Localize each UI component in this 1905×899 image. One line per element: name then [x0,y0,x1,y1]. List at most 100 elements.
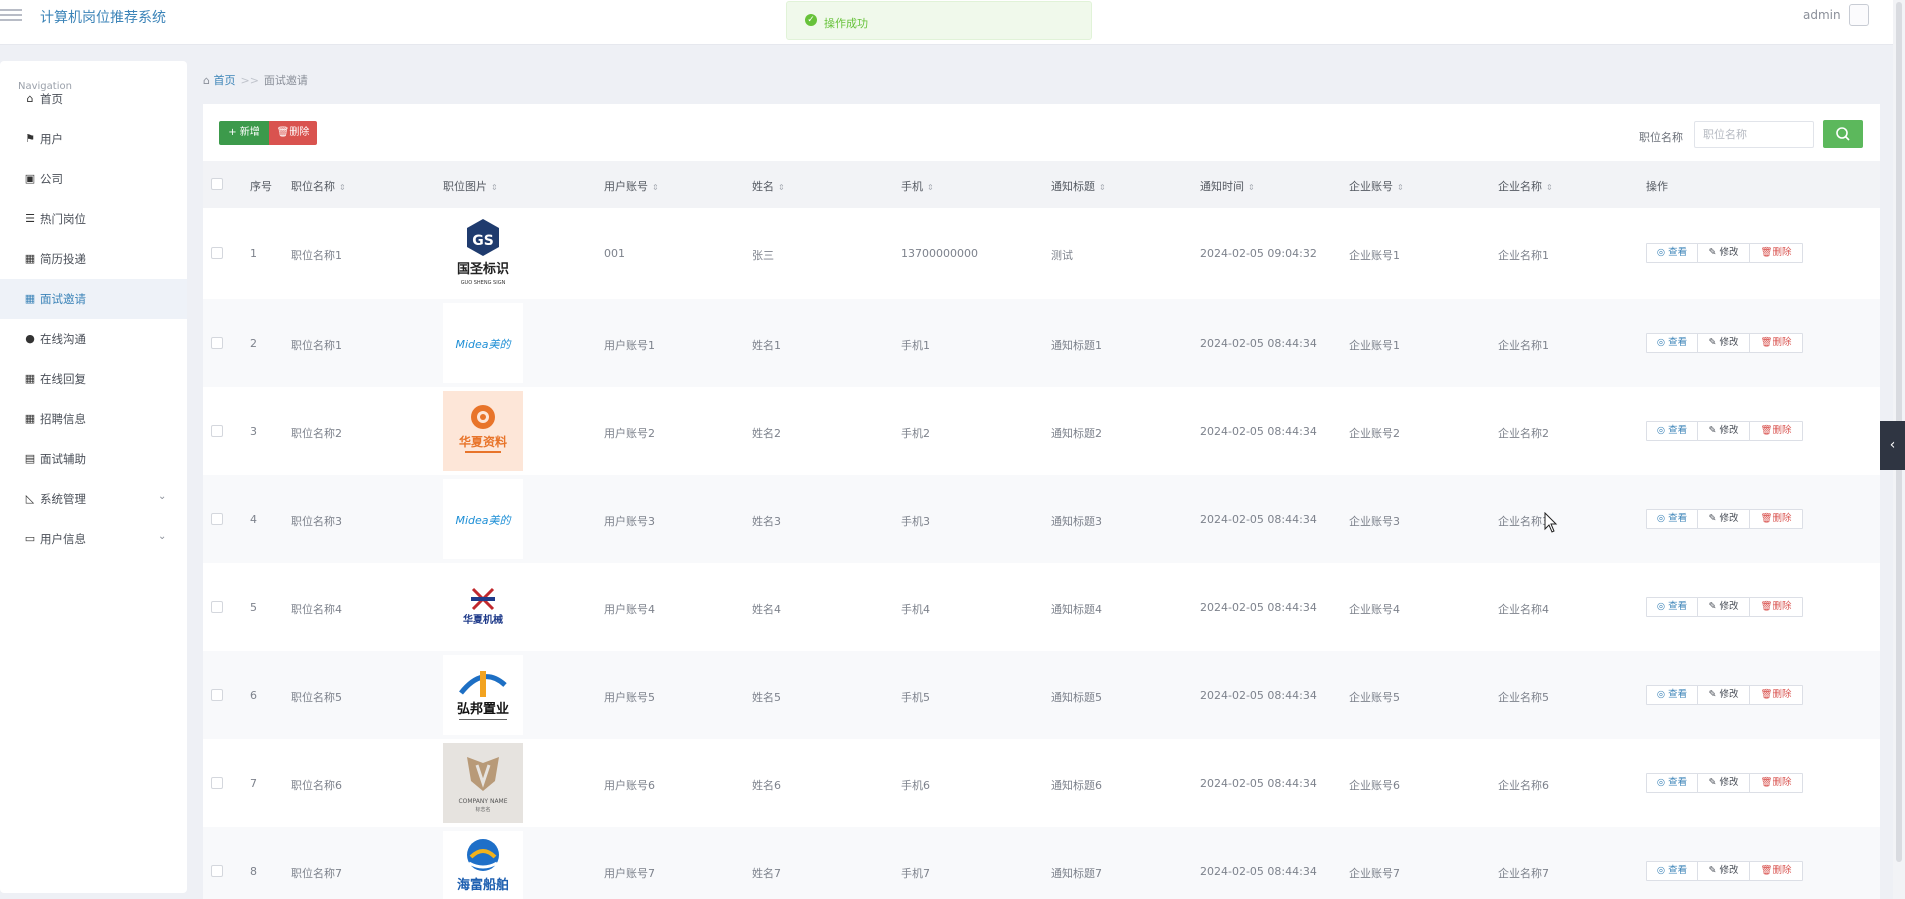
notice-title-cell: 通知标题2 [1051,427,1102,440]
sidebar-item-label: 用户 [40,132,63,146]
view-button[interactable]: ◎ 查看 [1646,685,1698,705]
column-header[interactable]: 用户账号 ⇕ [604,178,659,194]
sidebar-item[interactable]: ▦ 面试邀请 [0,279,187,319]
edit-button[interactable]: ✎ 修改 [1697,685,1750,705]
view-button[interactable]: ◎ 查看 [1646,333,1698,353]
delete-button[interactable]: 🗑删除 [1749,509,1803,529]
row-checkbox[interactable] [211,865,223,877]
search-input[interactable] [1694,121,1814,148]
breadcrumb-home[interactable]: 首页 [213,74,235,87]
toast-message: 操作成功 [824,17,868,30]
edit-button[interactable]: ✎ 修改 [1697,243,1750,263]
row-checkbox[interactable] [211,247,223,259]
view-button[interactable]: ◎ 查看 [1646,243,1698,263]
sidebar-item[interactable]: ▤ 面试辅助 [0,439,187,479]
edit-button[interactable]: ✎ 修改 [1697,597,1750,617]
add-button[interactable]: + 新增 [219,121,269,145]
select-all-checkbox[interactable] [211,178,223,190]
username[interactable]: admin [1803,8,1841,22]
delete-button[interactable]: 🗑删除 [1749,243,1803,263]
row-checkbox[interactable] [211,601,223,613]
menu-toggle-icon[interactable] [0,6,22,24]
sidebar-item[interactable]: ◺ 系统管理 ⌄ [0,479,187,519]
table-row[interactable]: 2 职位名称1 用户账号1 姓名1 手机1 通知标题1 2024-02-05 08:44:3… [203,299,1880,388]
table-row[interactable]: 4 职位名称3 用户账号3 姓名3 手机3 通知标题3 2024-02-05 08:44:3… [203,475,1880,564]
sort-icon[interactable]: ⇕ [1248,183,1255,192]
avatar[interactable] [1849,4,1869,26]
job-image[interactable]: 华夏机械 [443,567,523,647]
edit-button[interactable]: ✎ 修改 [1697,509,1750,529]
edit-button-label: 修改 [1719,865,1739,876]
view-button[interactable]: ◎ 查看 [1646,773,1698,793]
sidebar-item[interactable]: ▣ 公司 [0,159,187,199]
sidebar-item-label: 系统管理 [40,492,86,506]
view-button[interactable]: ◎ 查看 [1646,861,1698,881]
row-checkbox[interactable] [211,777,223,789]
sort-icon[interactable]: ⇕ [652,183,659,192]
view-button[interactable]: ◎ 查看 [1646,509,1698,529]
sort-icon[interactable]: ⇕ [927,183,934,192]
sidebar-item[interactable]: ⚑ 用户 [0,119,187,159]
row-checkbox[interactable] [211,425,223,437]
view-button[interactable]: ◎ 查看 [1646,597,1698,617]
column-header[interactable]: 手机 ⇕ [901,178,934,194]
table-row[interactable]: 7 职位名称6 用户账号6 姓名6 手机6 通知标题6 2024-02-05 08:44:3… [203,739,1880,828]
column-header[interactable]: 企业账号 ⇕ [1349,178,1404,194]
sort-icon[interactable]: ⇕ [1546,183,1553,192]
delete-button[interactable]: 🗑删除 [1749,333,1803,353]
sort-icon[interactable]: ⇕ [491,183,498,192]
edit-button[interactable]: ✎ 修改 [1697,421,1750,441]
column-header[interactable]: 通知标题 ⇕ [1051,178,1106,194]
trash-icon: 🗑 [1760,865,1773,876]
column-header[interactable]: 职位名称 ⇕ [291,178,346,194]
job-image[interactable]: 海富船舶 [443,831,523,899]
sidebar-item[interactable]: ▦ 在线回复 [0,359,187,399]
delete-button[interactable]: 🗑删除 [1749,597,1803,617]
delete-button[interactable]: 🗑删除 [1749,685,1803,705]
delete-button[interactable]: 🗑删除 [269,121,317,145]
delete-button[interactable]: 🗑删除 [1749,861,1803,881]
column-header[interactable]: 姓名 ⇕ [752,178,785,194]
job-image[interactable]: 弘邦置业 [443,655,523,735]
trash-icon: 🗑 [1760,247,1773,258]
sort-icon[interactable]: ⇕ [339,183,346,192]
column-header[interactable]: 企业名称 ⇕ [1498,178,1553,194]
sort-icon[interactable]: ⇕ [1397,183,1404,192]
collapse-panel-tab[interactable]: ‹ [1880,421,1905,470]
chart-icon: ◺ [25,492,35,505]
sidebar-item[interactable]: ● 在线沟通 [0,319,187,359]
job-image[interactable]: Midea美的 [443,479,523,559]
job-image[interactable]: Midea美的 [443,303,523,383]
job-image[interactable]: COMPANY NAME 标志名 [443,743,523,823]
table-row[interactable]: 8 职位名称7 用户账号7 姓名7 手机7 通知标题7 2024-02-05 08:44:3… [203,827,1880,899]
job-image[interactable]: GS 国圣标识 GUO SHENG SIGN [443,213,523,293]
sidebar-item[interactable]: ▦ 招聘信息 [0,399,187,439]
column-header[interactable]: 通知时间 ⇕ [1200,178,1255,194]
view-button[interactable]: ◎ 查看 [1646,421,1698,441]
phone-cell: 手机1 [901,339,930,352]
table-row[interactable]: 3 职位名称2 用户账号2 姓名2 手机2 通知标题2 2024-02-05 08:44:3… [203,387,1880,476]
edit-button[interactable]: ✎ 修改 [1697,333,1750,353]
row-checkbox[interactable] [211,513,223,525]
row-checkbox[interactable] [211,689,223,701]
sidebar-item[interactable]: ▭ 用户信息 ⌄ [0,519,187,559]
delete-button[interactable]: 🗑删除 [1749,773,1803,793]
search-button[interactable] [1823,120,1863,148]
delete-button-label: 删除 [1772,337,1792,348]
edit-button[interactable]: ✎ 修改 [1697,773,1750,793]
sidebar-item[interactable]: ⌂ 首页 [0,79,187,119]
table-row[interactable]: 6 职位名称5 用户账号5 姓名5 手机5 通知标题5 2024-02-05 08:44:3… [203,651,1880,740]
table-row[interactable]: 5 职位名称4 用户账号4 姓名4 手机4 通知标题4 2024-02-05 08:44:3… [203,563,1880,652]
sidebar-item[interactable]: ☰ 热门岗位 [0,199,187,239]
sort-icon[interactable]: ⇕ [778,183,785,192]
sort-icon[interactable]: ⇕ [1099,183,1106,192]
name-cell: 姓名2 [752,427,781,440]
sidebar-item-label: 面试辅助 [40,452,86,466]
column-header[interactable]: 职位图片 ⇕ [443,178,498,194]
delete-button[interactable]: 🗑删除 [1749,421,1803,441]
table-row[interactable]: 1 职位名称1 001 张三 13700000000 测试 2024-02-05 09:04… [203,209,1880,298]
edit-button[interactable]: ✎ 修改 [1697,861,1750,881]
row-checkbox[interactable] [211,337,223,349]
job-image[interactable]: 华夏资料 [443,391,523,471]
sidebar-item[interactable]: ▦ 简历投递 [0,239,187,279]
